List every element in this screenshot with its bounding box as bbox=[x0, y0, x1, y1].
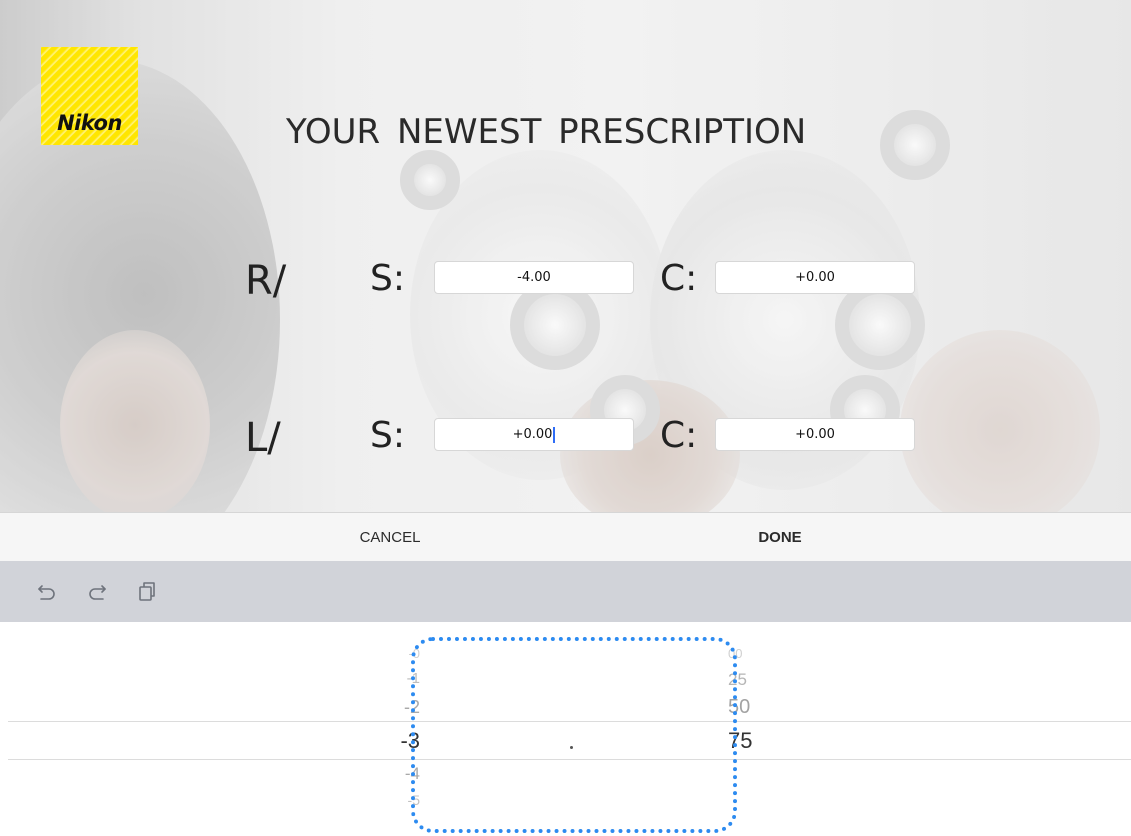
done-button[interactable]: DONE bbox=[690, 513, 870, 561]
right-cylinder-value: +0.00 bbox=[795, 270, 835, 285]
undo-icon[interactable] bbox=[36, 580, 58, 602]
action-bar: CANCEL DONE bbox=[0, 512, 1131, 561]
picker-right-column[interactable]: 00 25 50 75 bbox=[728, 622, 788, 836]
keyboard-toolbar bbox=[0, 561, 1131, 622]
left-sphere-field[interactable]: +0.00 bbox=[434, 418, 634, 451]
text-cursor bbox=[553, 426, 556, 443]
redo-icon[interactable] bbox=[86, 580, 108, 602]
right-sphere-value: -4.00 bbox=[517, 270, 551, 285]
left-eye-label: L/ bbox=[245, 415, 281, 461]
value-picker[interactable]: -0 -1 -2 -3 -4 -5 00 25 50 75 bbox=[0, 622, 1131, 836]
left-cylinder-value: +0.00 bbox=[795, 427, 835, 442]
nikon-logo: Nikon bbox=[41, 47, 138, 145]
right-cylinder-label: C: bbox=[660, 258, 698, 299]
cancel-button[interactable]: CANCEL bbox=[300, 513, 480, 561]
focus-highlight-ring bbox=[411, 637, 737, 833]
left-sphere-label: S: bbox=[370, 415, 405, 456]
right-sphere-field[interactable]: -4.00 bbox=[434, 261, 634, 294]
left-cylinder-label: C: bbox=[660, 415, 698, 456]
paste-icon[interactable] bbox=[136, 580, 158, 602]
page-title: YOUR NEWEST PRESCRIPTION bbox=[286, 112, 807, 152]
left-sphere-value: +0.00 bbox=[512, 427, 553, 442]
logo-text: Nikon bbox=[57, 111, 122, 135]
right-sphere-label: S: bbox=[370, 258, 405, 299]
left-cylinder-field[interactable]: +0.00 bbox=[715, 418, 915, 451]
right-eye-label: R/ bbox=[245, 258, 287, 304]
right-cylinder-field[interactable]: +0.00 bbox=[715, 261, 915, 294]
